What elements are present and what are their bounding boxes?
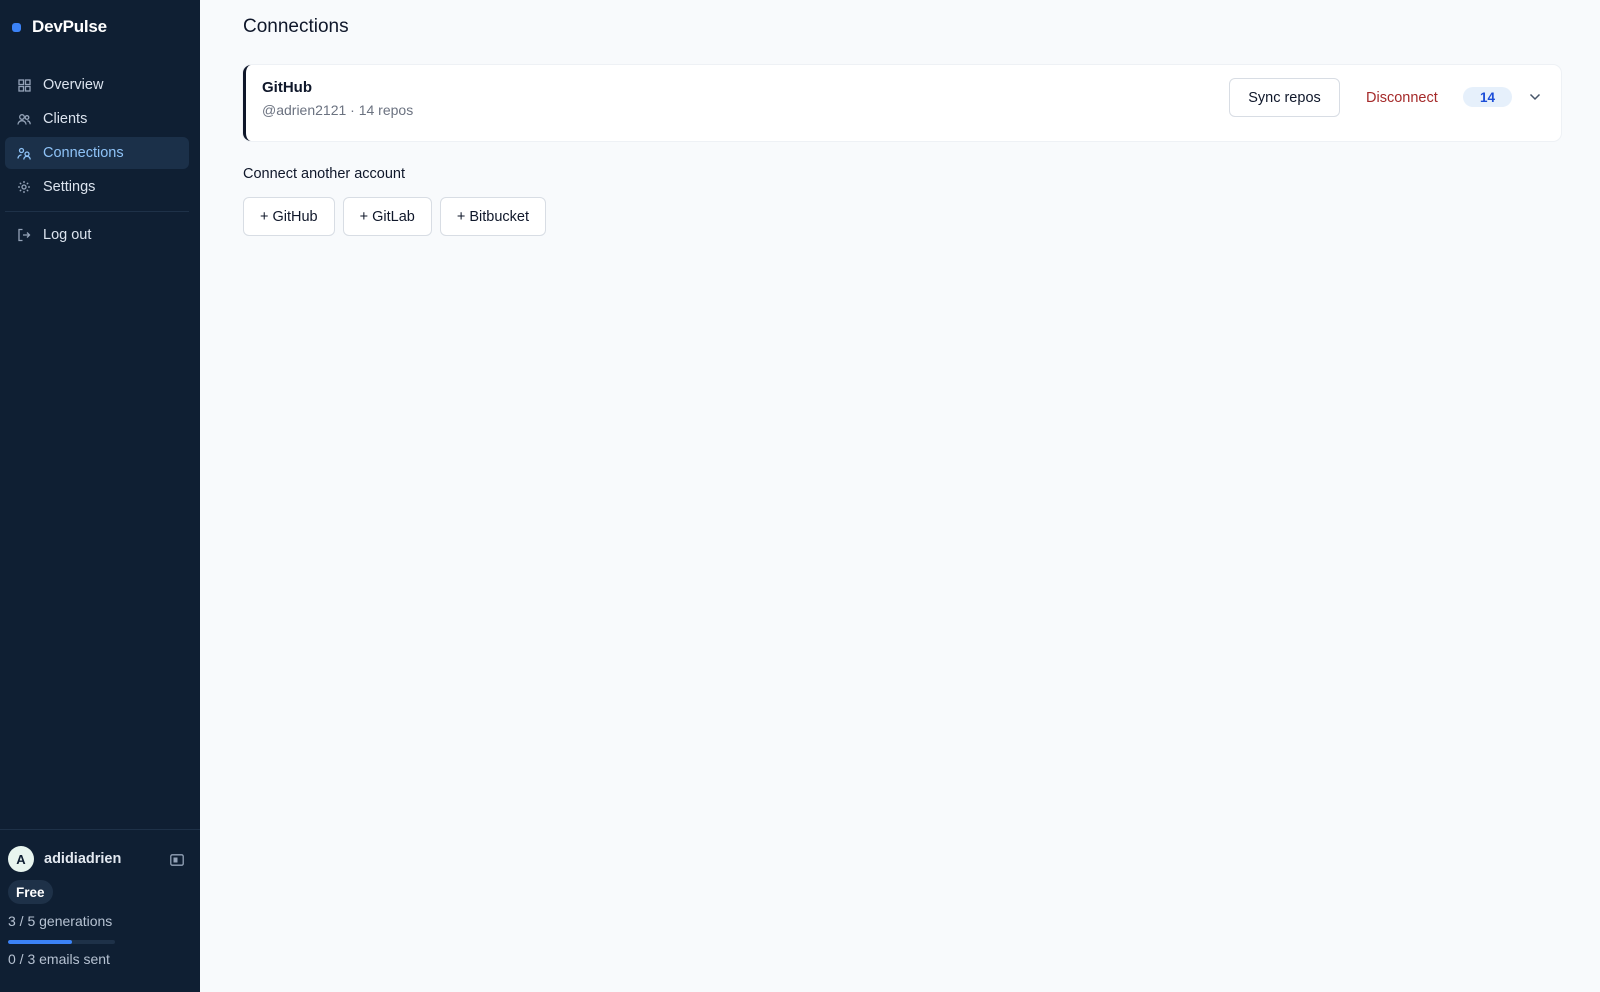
sidebar-item-label: Connections <box>43 145 124 161</box>
sidebar-divider <box>5 211 189 212</box>
username: adidiadrien <box>44 851 122 867</box>
sidebar-nav: Overview Clients Connections Settings <box>5 69 189 205</box>
disconnect-button[interactable]: Disconnect <box>1360 78 1444 117</box>
toggle-sidebar-icon[interactable] <box>170 853 184 866</box>
sidebar-item-settings[interactable]: Settings <box>5 171 189 203</box>
user-row[interactable]: A adidiadrien <box>8 846 192 872</box>
plan-badge: Free <box>8 880 53 904</box>
sync-repos-button[interactable]: Sync repos <box>1229 78 1340 117</box>
sidebar-item-label: Clients <box>43 111 88 127</box>
brand-name: DevPulse <box>32 17 107 36</box>
connections-icon <box>17 146 31 160</box>
connect-github-button[interactable]: + GitHub <box>243 197 335 236</box>
logout-label: Log out <box>43 227 92 243</box>
sidebar-item-label: Overview <box>43 77 104 93</box>
emails-usage: 0 / 3 emails sent <box>8 951 110 967</box>
connect-gitlab-button[interactable]: + GitLab <box>342 197 432 236</box>
connection-meta: @adrien2121 · 14 repos <box>262 102 414 118</box>
sidebar: DevPulse Overview Clients Connections Se… <box>0 0 200 992</box>
page-title: Connections <box>243 16 349 37</box>
repo-count-badge: 14 <box>1463 87 1512 107</box>
generations-progress-bar <box>8 940 115 944</box>
sidebar-item-clients[interactable]: Clients <box>5 103 189 135</box>
logout-container: Log out <box>5 219 189 253</box>
gear-icon <box>17 180 31 194</box>
brand[interactable]: DevPulse <box>12 17 107 37</box>
connect-bitbucket-button[interactable]: + Bitbucket <box>439 197 546 236</box>
generations-progress-fill <box>8 940 73 944</box>
avatar: A <box>8 846 34 872</box>
logout-button[interactable]: Log out <box>5 219 189 251</box>
connection-card: GitHub @adrien2121 · 14 repos Sync repos… <box>243 65 1561 141</box>
sidebar-item-connections[interactable]: Connections <box>5 137 189 169</box>
connect-another-label: Connect another account <box>243 166 406 182</box>
chevron-down-icon[interactable] <box>1527 89 1543 105</box>
sidebar-item-overview[interactable]: Overview <box>5 69 189 101</box>
generations-usage: 3 / 5 generations <box>8 913 113 929</box>
grid-icon <box>17 78 31 92</box>
sidebar-item-label: Settings <box>43 179 96 195</box>
connection-provider-name: GitHub <box>262 79 312 96</box>
logout-icon <box>17 228 31 242</box>
sidebar-account-panel: A adidiadrien Free 3 / 5 generations 0 /… <box>0 829 200 992</box>
provider-button-row: + GitHub + GitLab + Bitbucket <box>243 197 546 236</box>
users-icon <box>17 112 31 126</box>
brand-logo-icon <box>12 22 21 32</box>
